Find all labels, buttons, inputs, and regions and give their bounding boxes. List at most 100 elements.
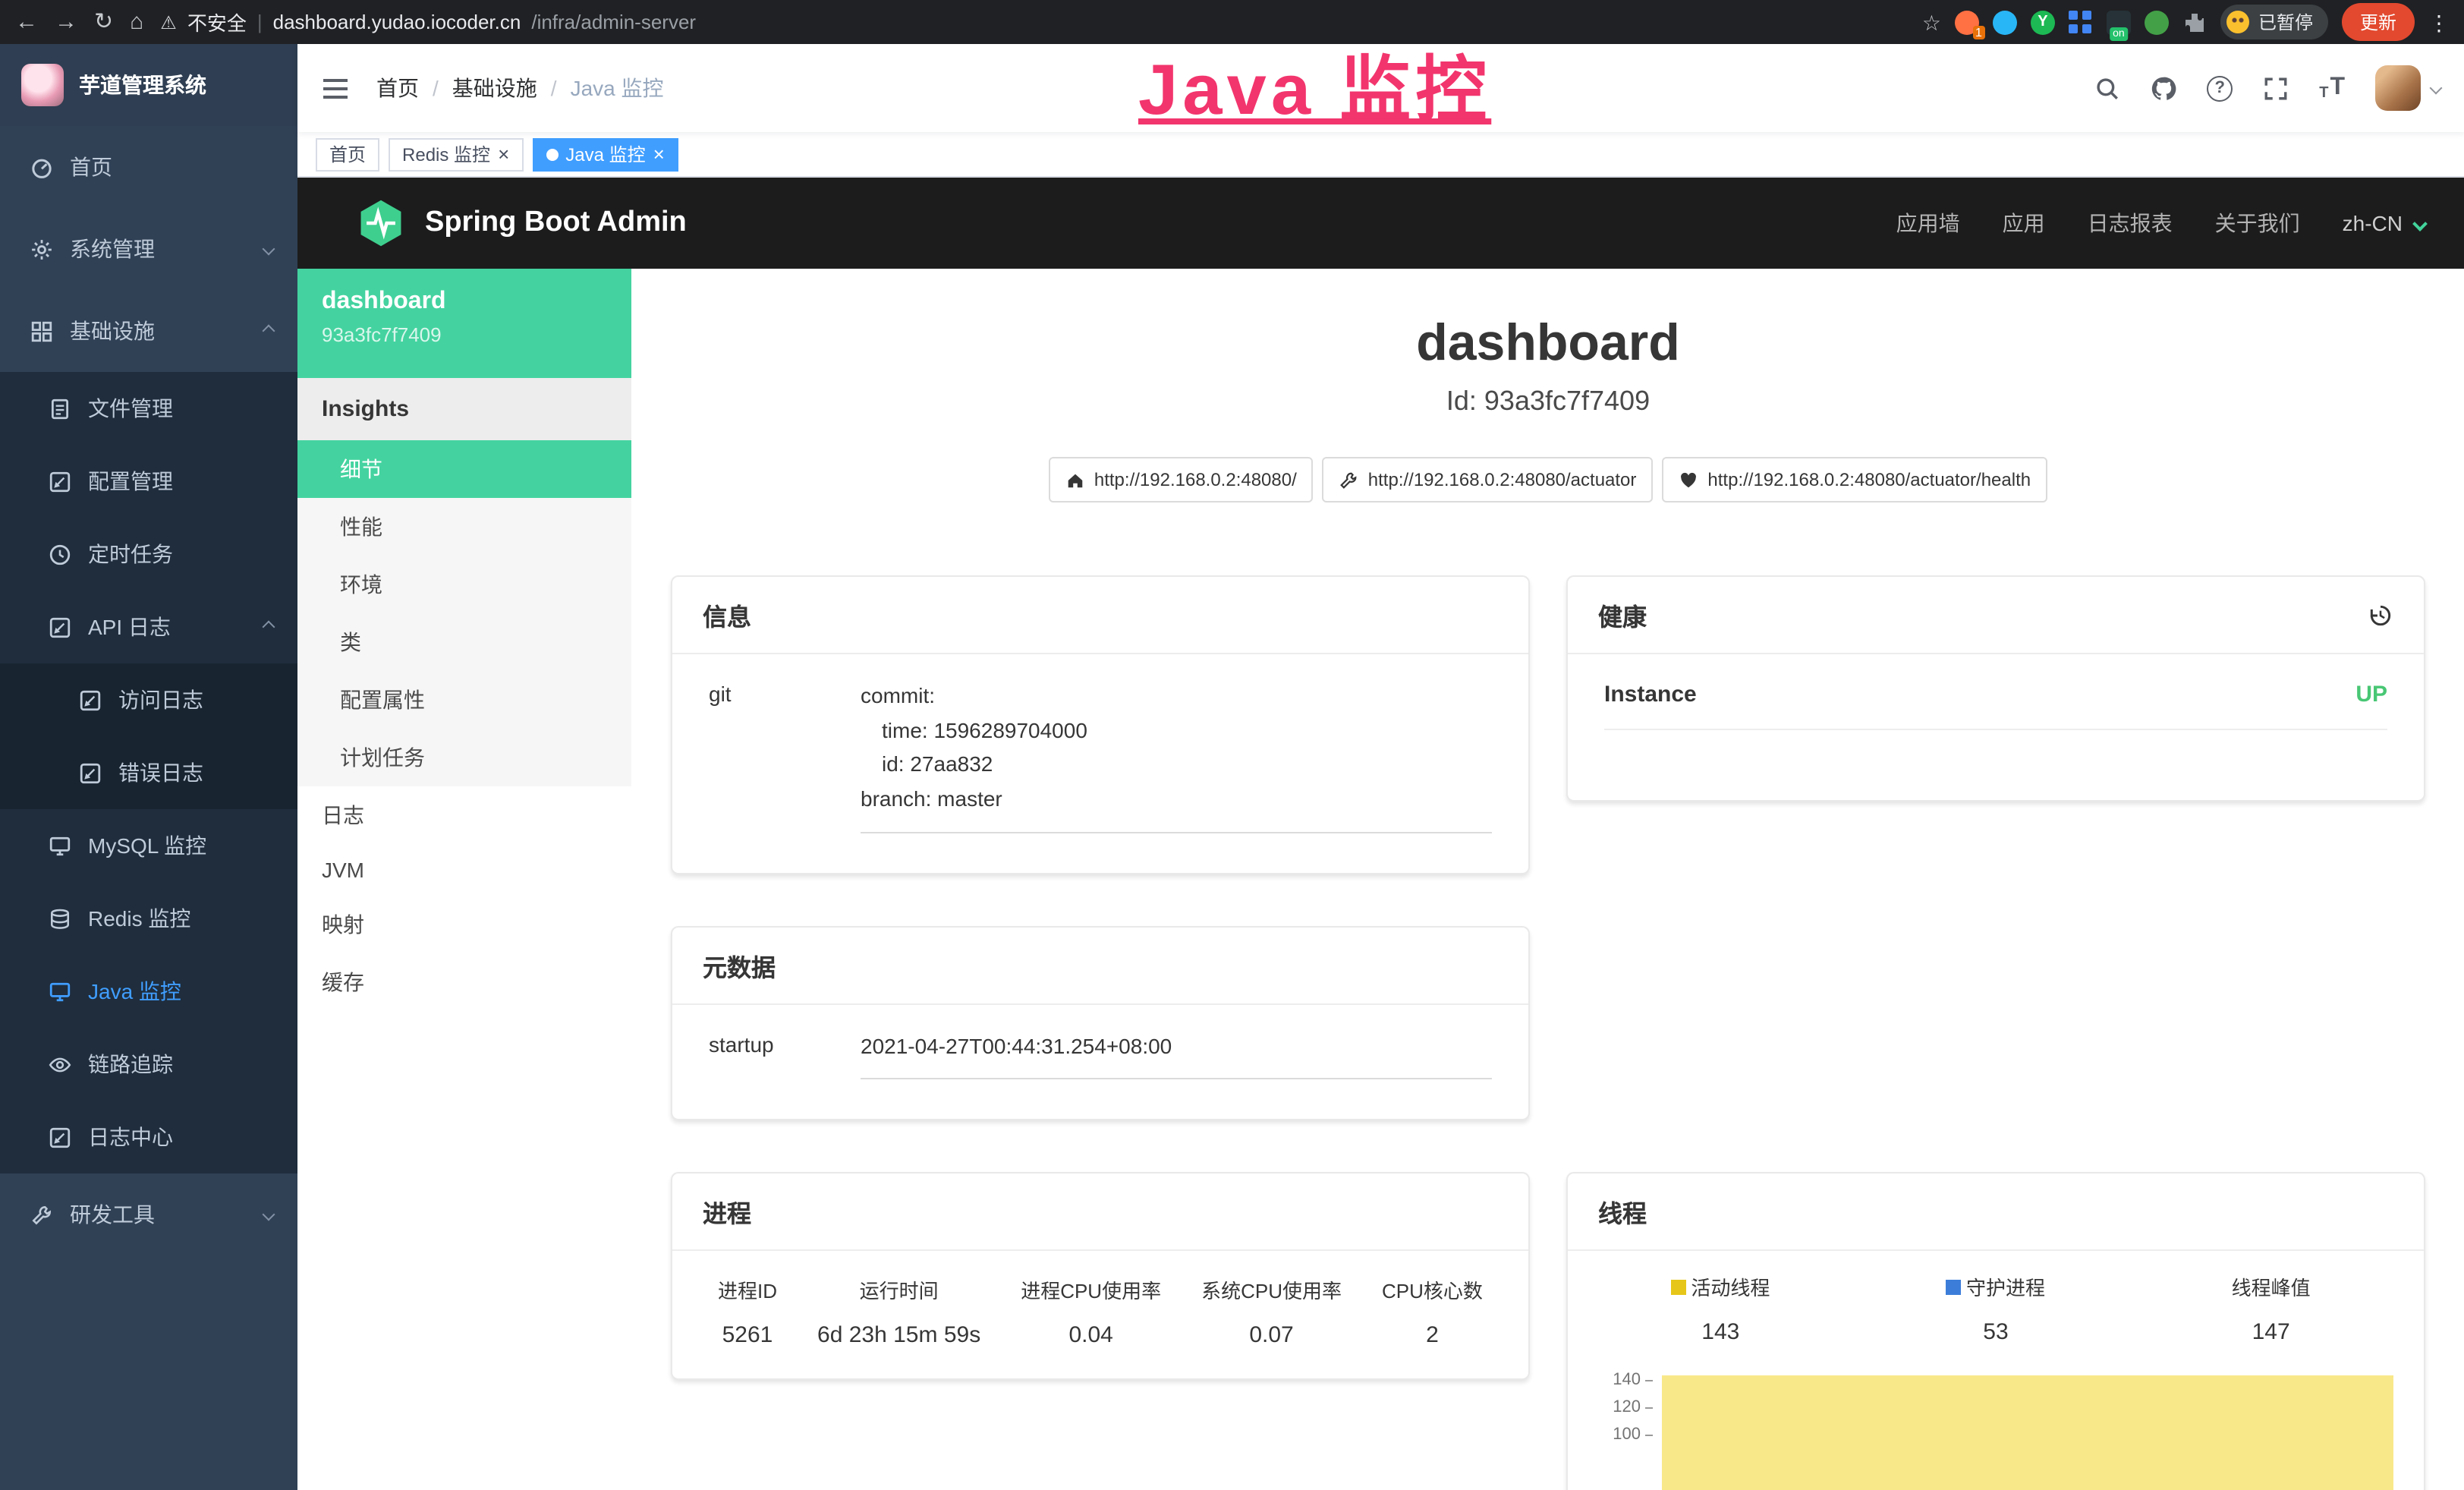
sidebar-item-system[interactable]: 系统管理 bbox=[0, 208, 297, 290]
card-title: 元数据 bbox=[703, 947, 776, 983]
sba-nav-config-props[interactable]: 配置属性 bbox=[297, 671, 631, 729]
app-logo-row[interactable]: 芋道管理系统 bbox=[0, 44, 297, 126]
health-instance-label: Instance bbox=[1604, 682, 1697, 707]
locale-selector[interactable]: zh-CN bbox=[2343, 211, 2425, 235]
system-cpu: 系统CPU使用率 0.07 bbox=[1201, 1276, 1342, 1349]
card-body: git commit: time: 1596289704000 id: 27aa… bbox=[672, 654, 1528, 872]
column-value: 6d 23h 15m 59s bbox=[817, 1323, 980, 1349]
history-icon[interactable] bbox=[2368, 602, 2393, 628]
health-url-link[interactable]: http://192.168.0.2:48080/actuator/health bbox=[1662, 457, 2047, 502]
sidebar-item-job[interactable]: 定时任务 bbox=[0, 518, 297, 591]
hamburger-icon[interactable] bbox=[322, 77, 349, 99]
github-icon[interactable] bbox=[2151, 75, 2176, 101]
sidebar-item-log-center[interactable]: 日志中心 bbox=[0, 1101, 297, 1173]
browser-home-icon[interactable]: ⌂ bbox=[130, 11, 143, 33]
extensions-puzzle-icon[interactable] bbox=[2182, 10, 2207, 34]
actuator-url-link[interactable]: http://192.168.0.2:48080/actuator bbox=[1323, 457, 1654, 502]
search-icon[interactable] bbox=[2094, 75, 2120, 101]
update-button[interactable]: 更新 bbox=[2342, 3, 2415, 41]
user-menu[interactable] bbox=[2375, 65, 2440, 111]
sidebar-item-label: Redis 监控 bbox=[88, 903, 190, 934]
extension-grid-icon[interactable] bbox=[2069, 10, 2093, 34]
sba-nav-performance[interactable]: 性能 bbox=[297, 498, 631, 556]
sidebar-item-api-log[interactable]: API 日志 bbox=[0, 591, 297, 663]
tag-label: 首页 bbox=[329, 141, 366, 167]
sba-nav-journal[interactable]: 日志报表 bbox=[2088, 208, 2173, 238]
breadcrumb-item[interactable]: 基础设施 bbox=[452, 73, 537, 103]
sidebar-item-access-log[interactable]: 访问日志 bbox=[0, 663, 297, 736]
sidebar-item-home[interactable]: 首页 bbox=[0, 126, 297, 208]
infra-submenu: 文件管理 配置管理 定时任务 API 日志 bbox=[0, 372, 297, 1173]
extension-badge: 1 bbox=[1972, 25, 1985, 39]
fullscreen-icon[interactable] bbox=[2263, 75, 2289, 101]
column-value: 0.04 bbox=[1021, 1323, 1161, 1349]
sba-nav-about[interactable]: 关于我们 bbox=[2215, 208, 2300, 238]
profile-paused-badge[interactable]: 已暂停 bbox=[2220, 5, 2328, 39]
service-url-link[interactable]: http://192.168.0.2:48080/ bbox=[1049, 457, 1314, 502]
reload-icon[interactable]: ↻ bbox=[94, 11, 113, 33]
tag-home[interactable]: 首页 bbox=[316, 137, 379, 171]
database-icon bbox=[49, 907, 71, 930]
sidebar-item-redis[interactable]: Redis 监控 bbox=[0, 882, 297, 955]
sba-nav-classes[interactable]: 类 bbox=[297, 613, 631, 671]
sba-nav-caches[interactable]: 缓存 bbox=[297, 953, 631, 1011]
sidebar-item-infra[interactable]: 基础设施 bbox=[0, 290, 297, 372]
sidebar-item-dev-tools[interactable]: 研发工具 bbox=[0, 1173, 297, 1255]
threads-legend: 活动线程 143 守护进程 53 线程峰值 bbox=[1583, 1273, 2409, 1346]
sidebar-item-trace[interactable]: 链路追踪 bbox=[0, 1028, 297, 1101]
sba-nav-applications[interactable]: 应用 bbox=[2003, 208, 2045, 238]
sba-nav-wallboard[interactable]: 应用墙 bbox=[1896, 208, 1960, 238]
breadcrumb: 首页 / 基础设施 / Java 监控 bbox=[376, 73, 664, 103]
grid-icon bbox=[30, 320, 53, 342]
instance-links: http://192.168.0.2:48080/ http://192.168… bbox=[671, 457, 2425, 502]
threads-card: 线程 活动线程 143 守护进程 bbox=[1566, 1173, 2425, 1490]
wrench-icon bbox=[30, 1203, 53, 1226]
sba-nav-scheduled-tasks[interactable]: 计划任务 bbox=[297, 729, 631, 786]
info-card: 信息 git commit: time: 1596289704000 id: 2… bbox=[671, 575, 1530, 874]
browser-menu-icon[interactable]: ⋮ bbox=[2428, 11, 2450, 33]
sidebar-item-mysql[interactable]: MySQL 监控 bbox=[0, 809, 297, 882]
breadcrumb-item[interactable]: 首页 bbox=[376, 73, 419, 103]
back-icon[interactable]: ← bbox=[15, 11, 38, 33]
tag-close-icon[interactable]: × bbox=[653, 144, 665, 164]
forward-icon[interactable]: → bbox=[55, 11, 77, 33]
extension-on-badge: on bbox=[2110, 27, 2128, 40]
sidebar-item-file[interactable]: 文件管理 bbox=[0, 372, 297, 445]
sba-nav-mappings[interactable]: 映射 bbox=[297, 896, 631, 953]
health-row[interactable]: Instance UP bbox=[1604, 682, 2387, 730]
tag-redis[interactable]: Redis 监控 × bbox=[389, 137, 523, 171]
address-bar[interactable]: ⚠ 不安全 | dashboard.yudao.iocoder.cn/infra… bbox=[160, 8, 1905, 36]
extension-green-y-icon[interactable]: Y bbox=[2031, 10, 2055, 34]
breadcrumb-item-current: Java 监控 bbox=[571, 73, 664, 103]
column-header: 运行时间 bbox=[817, 1276, 980, 1305]
omnibox-separator: | bbox=[257, 11, 263, 33]
sidebar-item-error-log[interactable]: 错误日志 bbox=[0, 736, 297, 809]
extension-dark-on-icon[interactable]: on bbox=[2107, 10, 2131, 34]
info-value: commit: time: 1596289704000 id: 27aa832 … bbox=[861, 679, 1492, 833]
tag-java[interactable]: Java 监控 × bbox=[532, 137, 678, 171]
extension-blue-drop-icon[interactable] bbox=[1993, 10, 2017, 34]
sidebar-item-config[interactable]: 配置管理 bbox=[0, 445, 297, 518]
dashboard-icon bbox=[30, 156, 53, 178]
extension-orange-icon[interactable]: 1 bbox=[1955, 10, 1979, 34]
extension-green-leaf-icon[interactable] bbox=[2145, 10, 2169, 34]
text-size-icon[interactable]: TT bbox=[2319, 74, 2345, 102]
info-line: time: 1596289704000 bbox=[861, 713, 1492, 747]
sba-nav-environment[interactable]: 环境 bbox=[297, 556, 631, 613]
column-value: 5261 bbox=[718, 1323, 777, 1349]
sidebar-item-label: 访问日志 bbox=[118, 685, 203, 715]
sba-nav-details[interactable]: 细节 bbox=[297, 440, 631, 498]
sba-nav-logs[interactable]: 日志 bbox=[297, 786, 631, 844]
card-body: 进程ID 5261 运行时间 6d 23h 15m 59s 进程CPU使用率 bbox=[672, 1252, 1528, 1379]
tag-close-icon[interactable]: × bbox=[498, 144, 509, 164]
legend-label: 活动线程 bbox=[1691, 1273, 1770, 1302]
file-icon bbox=[49, 397, 71, 420]
monitor-icon bbox=[49, 834, 71, 857]
edit-icon bbox=[49, 470, 71, 493]
sidebar-item-java[interactable]: Java 监控 bbox=[0, 955, 297, 1028]
sba-nav-jvm[interactable]: JVM bbox=[297, 844, 631, 896]
security-warning-icon[interactable]: ⚠ bbox=[160, 11, 177, 33]
instance-header[interactable]: dashboard 93a3fc7f7409 bbox=[297, 269, 631, 378]
bookmark-star-icon[interactable]: ☆ bbox=[1922, 11, 1941, 33]
help-icon[interactable]: ? bbox=[2207, 75, 2233, 101]
